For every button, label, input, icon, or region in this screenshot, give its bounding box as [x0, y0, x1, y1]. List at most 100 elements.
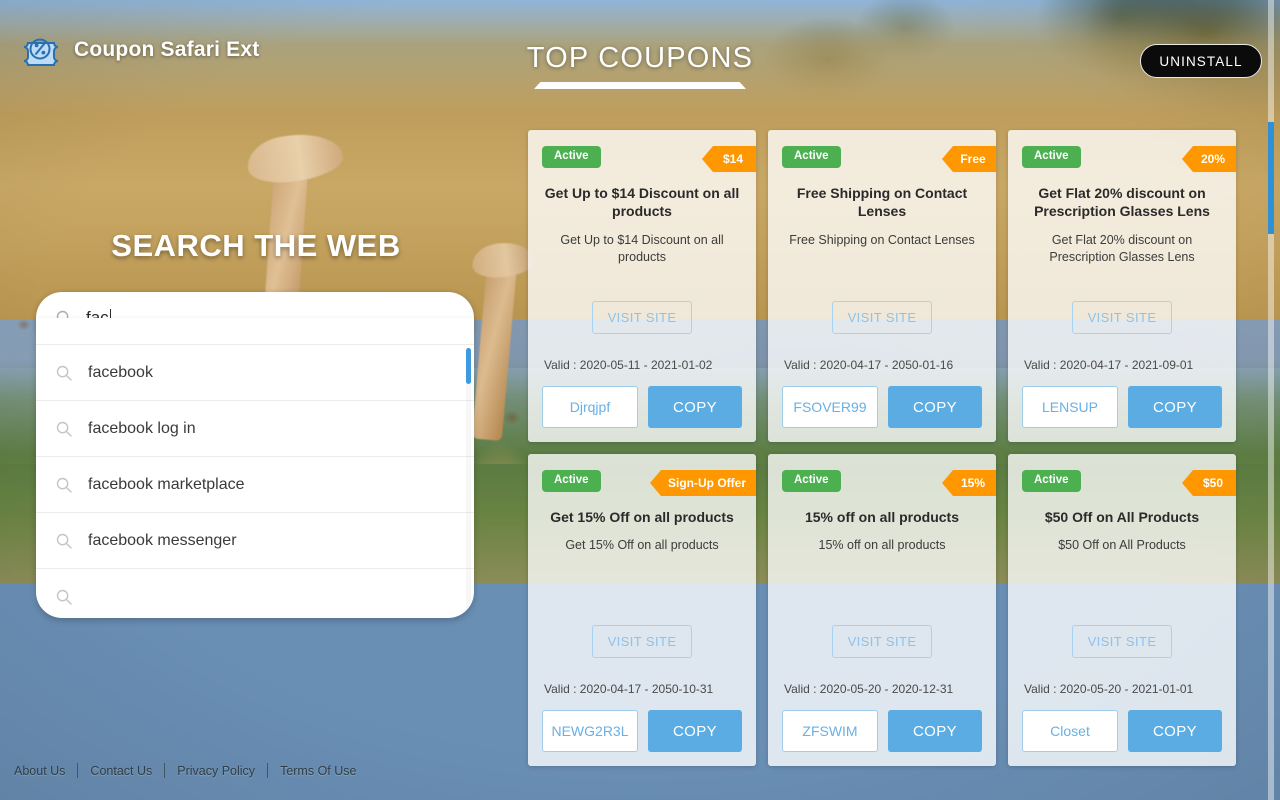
coupon-actions: LENSUP COPY: [1022, 386, 1222, 428]
copy-code-button[interactable]: COPY: [888, 710, 982, 752]
coupon-description: $50 Off on All Products: [1058, 538, 1186, 553]
page-scrollbar-thumb[interactable]: [1268, 122, 1274, 234]
coupon-card-header: Active Sign-Up Offer: [542, 470, 756, 496]
coupon-grid: Active $14 Get Up to $14 Discount on all…: [528, 130, 1256, 766]
coupon-validity: Valid : 2020-05-20 - 2021-01-01: [1024, 682, 1194, 696]
visit-site-button[interactable]: VISIT SITE: [592, 301, 692, 334]
value-tag: $50: [1182, 470, 1236, 496]
value-tag: 15%: [942, 470, 996, 496]
copy-code-button[interactable]: COPY: [648, 710, 742, 752]
status-badge: Active: [782, 470, 841, 492]
footer-link-about-us[interactable]: About Us: [14, 764, 77, 778]
footer-link-contact-us[interactable]: Contact Us: [78, 764, 164, 778]
coupon-card-header: Active Free: [782, 146, 996, 172]
coupon-list: Active $14 Get Up to $14 Discount on all…: [528, 130, 1256, 790]
visit-site-row: VISIT SITE: [1022, 625, 1222, 658]
coupon-validity: Valid : 2020-04-17 - 2050-10-31: [544, 682, 714, 696]
brand-logo-area: Coupon Safari Ext: [18, 30, 259, 70]
search-icon: [56, 477, 72, 493]
suggestion-label: facebook log in: [88, 419, 196, 437]
suggestion-item[interactable]: facebook marketplace: [36, 456, 474, 512]
brand-name: Coupon Safari Ext: [74, 38, 260, 61]
coupon-code-button[interactable]: LENSUP: [1022, 386, 1118, 428]
visit-site-row: VISIT SITE: [782, 301, 982, 334]
coupon-card: Active $14 Get Up to $14 Discount on all…: [528, 130, 756, 442]
coupon-card-header: Active $14: [542, 146, 756, 172]
suggestions-scrollbar-thumb[interactable]: [466, 348, 471, 384]
coupon-validity: Valid : 2020-04-17 - 2021-09-01: [1024, 358, 1194, 372]
coupon-title: Get 15% Off on all products: [550, 509, 734, 525]
suggestion-item[interactable]: facebook messenger: [36, 512, 474, 568]
coupon-card-header: Active 20%: [1022, 146, 1236, 172]
visit-site-button[interactable]: VISIT SITE: [832, 625, 932, 658]
coupon-ticket-percent-icon: [23, 38, 59, 66]
visit-site-row: VISIT SITE: [542, 301, 742, 334]
visit-site-button[interactable]: VISIT SITE: [592, 625, 692, 658]
value-tag: 20%: [1182, 146, 1236, 172]
value-tag: Sign-Up Offer: [650, 470, 756, 496]
coupon-code-button[interactable]: ZFSWIM: [782, 710, 878, 752]
coupon-title: Get Flat 20% discount on Prescription Gl…: [1034, 185, 1210, 220]
suggestion-item-partial[interactable]: [36, 568, 474, 618]
coupon-description: Get Up to $14 Discount on all products: [560, 232, 724, 264]
coupon-card: Active $50 $50 Off on All Products $50 O…: [1008, 454, 1236, 766]
copy-code-button[interactable]: COPY: [888, 386, 982, 428]
suggestion-label: facebook messenger: [88, 531, 237, 549]
coupon-description: Get 15% Off on all products: [565, 538, 719, 553]
copy-code-button[interactable]: COPY: [1128, 386, 1222, 428]
coupon-title: 15% off on all products: [804, 509, 959, 525]
status-badge: Active: [1022, 470, 1081, 492]
extension-new-tab-page: Coupon Safari Ext TOP COUPONS UNINSTALL …: [0, 0, 1280, 800]
coupon-code-button[interactable]: NEWG2R3L: [542, 710, 638, 752]
search-icon: [56, 533, 72, 549]
coupon-card: Active Sign-Up Offer Get 15% Off on all …: [528, 454, 756, 766]
coupon-description: Get Flat 20% discount on Prescription Gl…: [1049, 232, 1195, 264]
search-icon: [56, 589, 72, 605]
visit-site-row: VISIT SITE: [782, 625, 982, 658]
coupon-code-button[interactable]: Closet: [1022, 710, 1118, 752]
visit-site-row: VISIT SITE: [1022, 301, 1222, 334]
coupon-actions: ZFSWIM COPY: [782, 710, 982, 752]
coupon-actions: Djrqjpf COPY: [542, 386, 742, 428]
value-tag: $14: [702, 146, 756, 172]
footer-link-terms-of-use[interactable]: Terms Of Use: [268, 764, 368, 778]
suggestion-item[interactable]: facebook: [36, 344, 474, 400]
coupon-code-button[interactable]: FSOVER99: [782, 386, 878, 428]
coupon-card-header: Active $50: [1022, 470, 1236, 496]
visit-site-button[interactable]: VISIT SITE: [1072, 625, 1172, 658]
coupon-title: Get Up to $14 Discount on all products: [544, 185, 740, 220]
status-badge: Active: [1022, 146, 1081, 168]
coupon-card: Active 15% 15% off on all products 15% o…: [768, 454, 996, 766]
coupon-description: 15% off on all products: [818, 538, 946, 553]
visit-site-button[interactable]: VISIT SITE: [1072, 301, 1172, 334]
copy-code-button[interactable]: COPY: [648, 386, 742, 428]
coupon-code-button[interactable]: Djrqjpf: [542, 386, 638, 428]
footer-link-privacy-policy[interactable]: Privacy Policy: [165, 764, 267, 778]
coupon-validity: Valid : 2020-05-11 - 2021-01-02: [544, 358, 713, 372]
coupon-card: Active Free Free Shipping on Contact Len…: [768, 130, 996, 442]
status-badge: Active: [782, 146, 841, 168]
coupon-actions: FSOVER99 COPY: [782, 386, 982, 428]
visit-site-button[interactable]: VISIT SITE: [832, 301, 932, 334]
coupon-actions: NEWG2R3L COPY: [542, 710, 742, 752]
coupon-validity: Valid : 2020-04-17 - 2050-01-16: [784, 358, 954, 372]
page-scrollbar-track[interactable]: [1268, 0, 1274, 800]
search-heading: SEARCH THE WEB: [111, 228, 401, 263]
status-badge: Active: [542, 470, 601, 492]
coupon-title: Free Shipping on Contact Lenses: [796, 185, 968, 220]
copy-code-button[interactable]: COPY: [1128, 710, 1222, 752]
uninstall-button[interactable]: UNINSTALL: [1140, 44, 1262, 78]
suggestion-item[interactable]: facebook log in: [36, 400, 474, 456]
coupon-description: Free Shipping on Contact Lenses: [789, 232, 975, 247]
suggestion-label: facebook: [88, 363, 153, 381]
footer-links: About Us Contact Us Privacy Policy Terms…: [14, 763, 368, 778]
coupon-card: Active 20% Get Flat 20% discount on Pres…: [1008, 130, 1236, 442]
suggestion-label: facebook marketplace: [88, 475, 245, 493]
coupon-card-header: Active 15%: [782, 470, 996, 496]
suggestions-scrollbar-track[interactable]: [466, 348, 471, 610]
visit-site-row: VISIT SITE: [542, 625, 742, 658]
search-suggestions-dropdown: facebook facebook log in facebook market…: [36, 318, 474, 618]
coupon-title: $50 Off on All Products: [1044, 509, 1200, 525]
value-tag: Free: [942, 146, 996, 172]
footer-separator: [77, 763, 79, 778]
